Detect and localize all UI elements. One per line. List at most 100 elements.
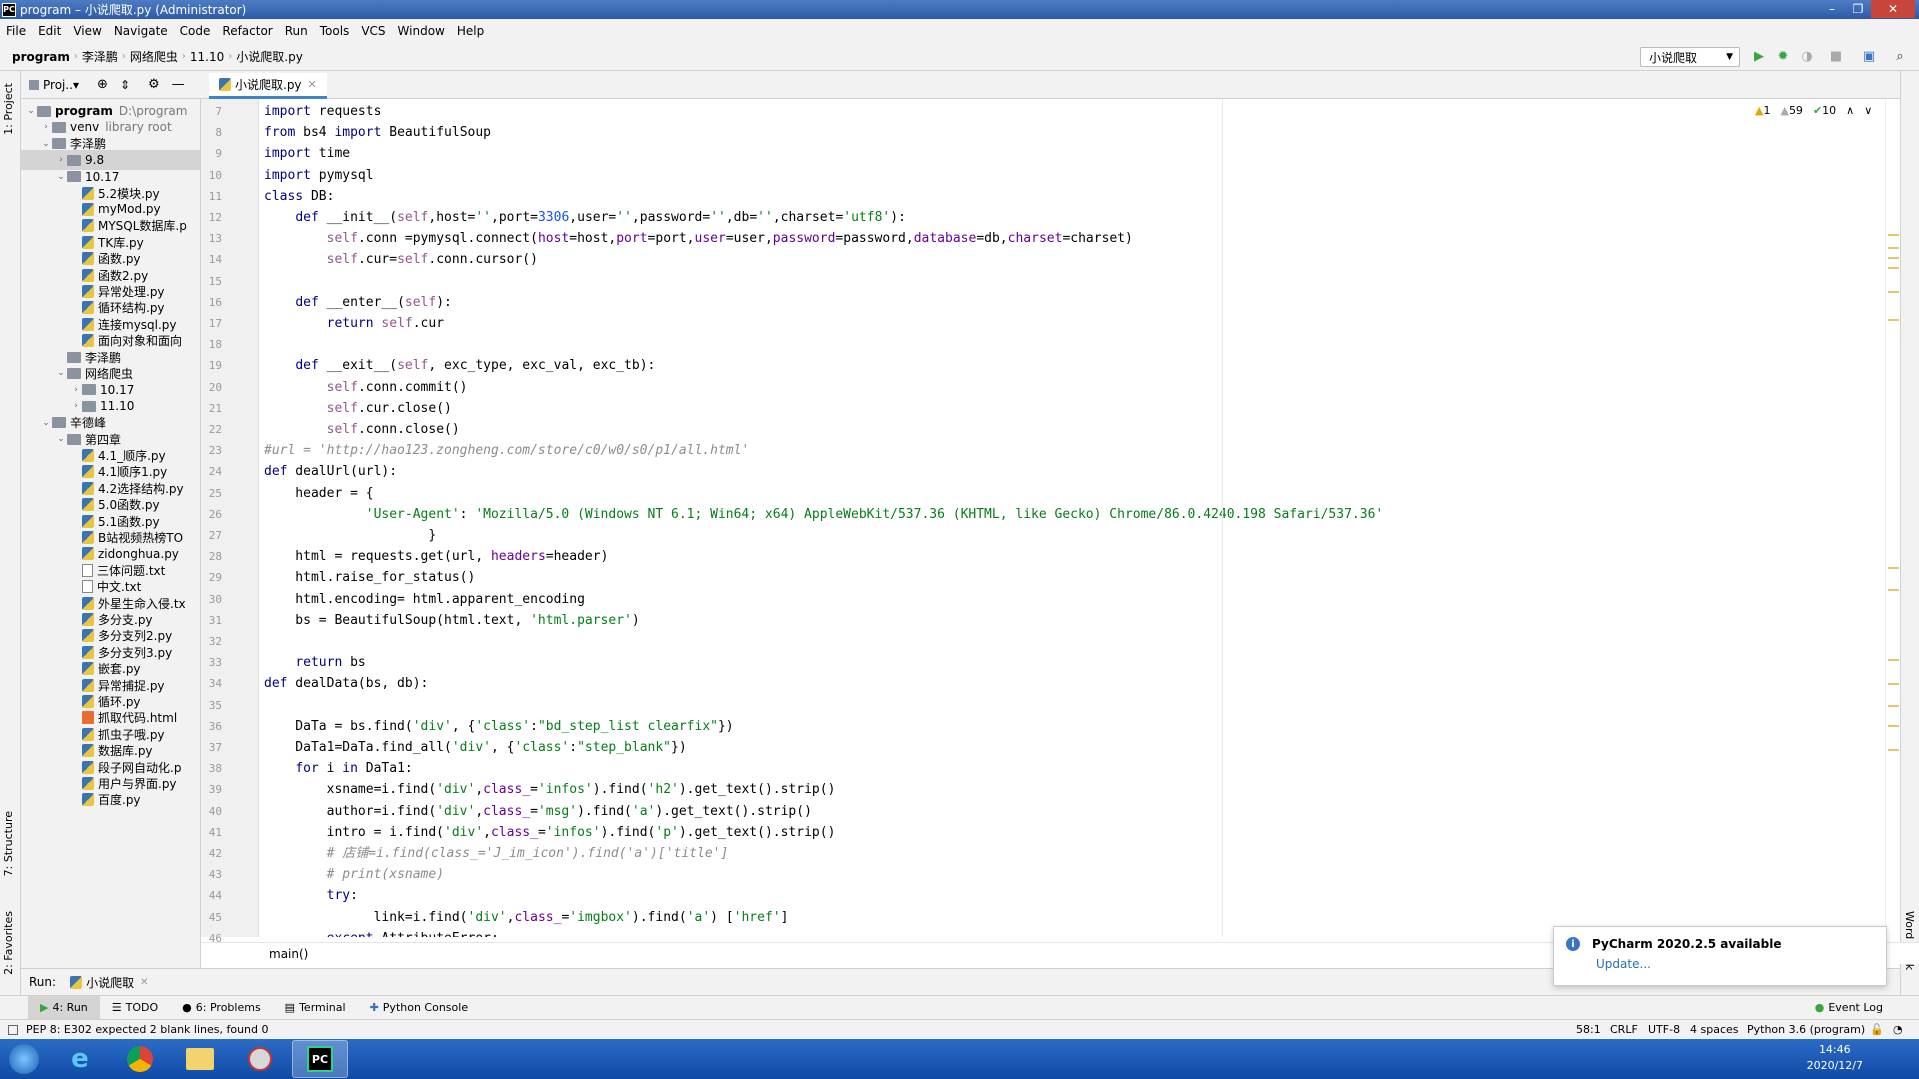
code-line[interactable]: from bs4 import BeautifulSoup [264,122,491,143]
chevron-down-icon[interactable]: ⌄ [55,368,67,378]
scroll-marker[interactable] [1888,319,1899,321]
code-line[interactable]: link=i.find('div',class_='imgbox').find(… [264,907,789,928]
code-line[interactable]: DaTa1=DaTa.find_all('div', {'class':"ste… [264,737,686,758]
code-line[interactable]: for i in DaTa1: [264,758,412,779]
hide-icon[interactable]: — [172,77,185,92]
minimize-button[interactable]: – [1819,0,1845,18]
caret-position[interactable]: 58:1 [1576,1023,1601,1036]
menu-help[interactable]: Help [451,24,490,38]
scroll-marker[interactable] [1888,589,1899,591]
chevron-right-icon[interactable]: › [55,155,67,165]
code-line[interactable]: author=i.find('div',class_='msg').find('… [264,801,812,822]
code-line[interactable]: # 店铺=i.find(class_='J_im_icon').find('a'… [264,843,729,864]
code-line[interactable]: import requests [264,101,381,122]
terminal-tool-tab[interactable]: ▤ Terminal [273,996,358,1020]
favorites-tool-tab[interactable]: 2: Favorites [2,911,15,975]
code-line[interactable]: def __exit__(self, exc_type, exc_val, ex… [264,355,655,376]
chevron-down-icon[interactable]: ⌄ [55,172,67,182]
taskbar-pycharm[interactable]: PC [292,1040,348,1078]
collapse-all-icon[interactable]: ⇕ [120,78,130,92]
code-line[interactable]: } [264,525,436,546]
code-line[interactable]: import pymysql [264,165,374,186]
code-line[interactable]: self.conn =pymysql.connect(host=host,por… [264,228,1133,249]
function-breadcrumb[interactable]: main() [269,947,308,961]
debug-icon[interactable]: ✹ [1776,50,1790,64]
chevron-down-icon[interactable]: ⌄ [25,106,37,116]
code-line[interactable]: bs = BeautifulSoup(html.text, 'html.pars… [264,610,639,631]
scroll-marker[interactable] [1888,659,1899,661]
chevron-up-icon[interactable]: ∧ [1846,104,1854,117]
chevron-down-icon[interactable]: ⌄ [55,434,67,444]
code-line[interactable]: html.raise_for_status() [264,567,475,588]
translate-icon[interactable]: ▣ [1862,50,1876,64]
taskbar-app[interactable] [232,1040,288,1078]
stop-icon[interactable]: ■ [1829,50,1843,64]
code-line[interactable]: def dealUrl(url): [264,461,397,482]
menu-run[interactable]: Run [279,24,314,38]
taskbar-explorer[interactable] [172,1040,228,1078]
scroll-marker[interactable] [1888,267,1899,269]
python-console-tool-tab[interactable]: ✚ Python Console [358,996,481,1020]
event-log-tab[interactable]: ● Event Log [1803,996,1895,1020]
line-separator[interactable]: CRLF [1610,1023,1638,1036]
editor-scrollbar[interactable] [1885,99,1900,937]
code-line[interactable]: def dealData(bs, db): [264,673,428,694]
code-line[interactable]: intro = i.find('div',class_='infos').fin… [264,822,836,843]
structure-tool-tab[interactable]: 7: Structure [2,811,15,876]
indent-setting[interactable]: 4 spaces [1690,1023,1739,1036]
chevron-down-icon[interactable]: ∨ [1864,104,1872,117]
inspection-widget[interactable]: ▲1 ▲59 ✔10 ∧ ∨ [1755,104,1872,117]
code-line[interactable]: 'User-Agent': 'Mozilla/5.0 (Windows NT 6… [264,504,1383,525]
maximize-button[interactable]: ❐ [1845,0,1871,18]
menu-view[interactable]: View [67,24,107,38]
code-line[interactable]: self.cur.close() [264,398,452,419]
code-line[interactable]: self.cur=self.conn.cursor() [264,249,538,270]
project-view-select[interactable]: Proj..▾ [43,78,79,92]
menu-file[interactable]: File [0,24,32,38]
coverage-icon[interactable]: ◑ [1800,50,1814,64]
menu-navigate[interactable]: Navigate [108,24,174,38]
scroll-marker[interactable] [1888,749,1899,751]
todo-tool-tab[interactable]: ☰ TODO [100,996,170,1020]
chevron-right-icon[interactable]: › [40,122,52,132]
code-line[interactable]: except AttributeError: [264,928,499,937]
editor-tab-active[interactable]: 小说爬取.py ✕ [209,73,327,99]
chevron-right-icon[interactable]: › [70,385,82,395]
scroll-marker[interactable] [1888,683,1899,685]
menu-window[interactable]: Window [392,24,451,38]
menu-tools[interactable]: Tools [314,24,356,38]
close-icon[interactable]: ✕ [140,977,148,988]
scroll-marker[interactable] [1888,291,1899,293]
code-line[interactable]: # print(xsname) [264,864,444,885]
code-line[interactable]: html.encoding= html.apparent_encoding [264,589,585,610]
menu-vcs[interactable]: VCS [355,24,391,38]
code-line[interactable]: def __enter__(self): [264,292,452,313]
tree-file[interactable]: 百度.py [21,790,200,810]
code-line[interactable]: return bs [264,652,365,673]
taskbar-ie[interactable]: e [52,1040,108,1078]
code-line[interactable]: DaTa = bs.find('div', {'class':"bd_step_… [264,716,733,737]
code-editor[interactable]: import requests from bs4 import Beautiful… [259,99,1879,937]
breadcrumb-folder[interactable]: 11.10 [186,50,228,64]
taskbar-clock[interactable]: 14:46 2020/12/7 [1807,1042,1863,1074]
problems-tool-tab[interactable]: ● 6: Problems [170,996,273,1020]
scroll-marker[interactable] [1888,247,1899,249]
chevron-down-icon[interactable]: ⌄ [40,418,52,428]
chevron-right-icon[interactable]: › [70,401,82,411]
python-interpreter[interactable]: Python 3.6 (program) [1747,1023,1865,1036]
scroll-marker[interactable] [1888,705,1899,707]
run-icon[interactable]: ▶ [1752,50,1766,64]
breadcrumb-project[interactable]: program [8,50,74,64]
code-line[interactable]: xsname=i.find('div',class_='infos').find… [264,779,836,800]
run-tool-tab[interactable]: ▶ 4: Run [28,995,100,1020]
menu-refactor[interactable]: Refactor [216,24,278,38]
run-configuration-select[interactable]: 小说爬取 ▼ [1640,47,1740,67]
code-line[interactable]: class DB: [264,186,334,207]
code-line[interactable]: self.conn.close() [264,419,460,440]
code-line[interactable]: html = requests.get(url, headers=header) [264,546,608,567]
taskbar-chrome[interactable] [112,1040,168,1078]
lock-icon[interactable]: 🔓 [1870,1023,1884,1036]
scroll-marker[interactable] [1888,725,1899,727]
scroll-marker[interactable] [1888,234,1899,236]
project-tool-tab[interactable]: 1: Project [2,83,15,135]
